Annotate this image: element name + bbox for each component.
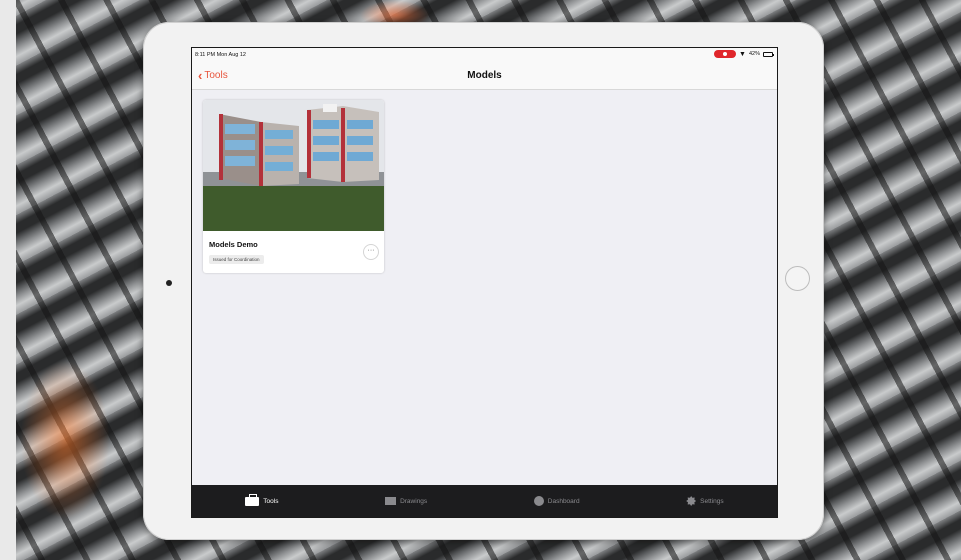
background-edge — [0, 0, 16, 560]
wifi-icon: ▼ — [739, 50, 746, 58]
tab-tools[interactable]: Tools — [245, 493, 279, 506]
tab-drawings[interactable]: Drawings — [385, 497, 427, 505]
settings-icon — [686, 496, 697, 506]
tab-dashboard[interactable]: Dashboard — [533, 496, 580, 506]
status-bar: 8:11 PM Mon Aug 12 ▼ 42% — [192, 48, 777, 62]
background-glow — [20, 360, 110, 520]
toolbox-icon — [245, 493, 260, 506]
tab-label: Tools — [263, 497, 279, 505]
tab-label: Drawings — [400, 497, 428, 505]
battery-percent: 42% — [748, 51, 760, 57]
ipad-screen: 8:11 PM Mon Aug 12 ▼ 42% ‹ Tools Models — [191, 47, 778, 518]
navigation-bar: ‹ Tools Models — [192, 62, 777, 90]
drawings-icon — [385, 497, 397, 505]
status-badge: Issued for Coordination — [209, 255, 264, 264]
dashboard-icon — [533, 496, 544, 506]
screen-recording-icon — [714, 50, 737, 58]
model-title: Models Demo — [209, 240, 258, 249]
page-title: Models — [467, 70, 502, 81]
tab-label: Dashboard — [547, 497, 580, 505]
status-time: 8:11 PM Mon Aug 12 — [195, 52, 246, 58]
tab-label: Settings — [700, 497, 724, 505]
more-options-button[interactable]: ··· — [363, 244, 379, 260]
tab-settings[interactable]: Settings — [686, 496, 724, 506]
model-card[interactable]: Models Demo Issued for Coordination ··· — [203, 100, 384, 273]
status-indicators: ▼ 42% — [714, 50, 774, 58]
model-thumbnail — [203, 100, 384, 231]
ipad-camera — [166, 280, 172, 286]
tab-bar: Tools Drawings Dashboard Settings — [192, 485, 777, 517]
ipad-home-button[interactable] — [785, 266, 810, 291]
battery-icon — [763, 51, 774, 57]
